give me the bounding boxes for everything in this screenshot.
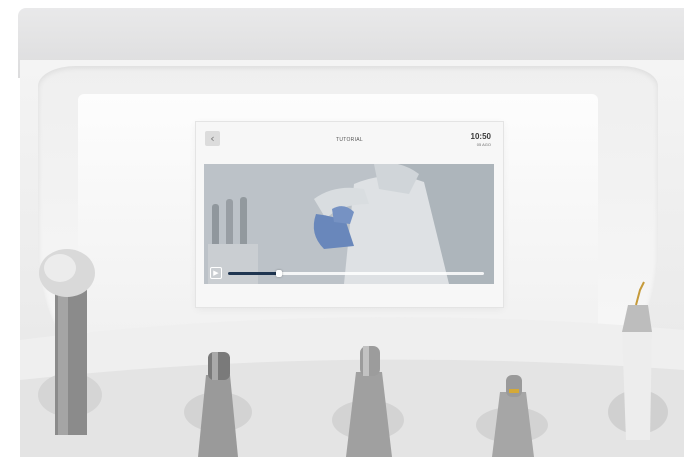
instrument-holders <box>20 249 684 457</box>
dental-unit-scene: ‹ TUTORIAL 10:50 05 AGO ▶ <box>0 0 684 457</box>
